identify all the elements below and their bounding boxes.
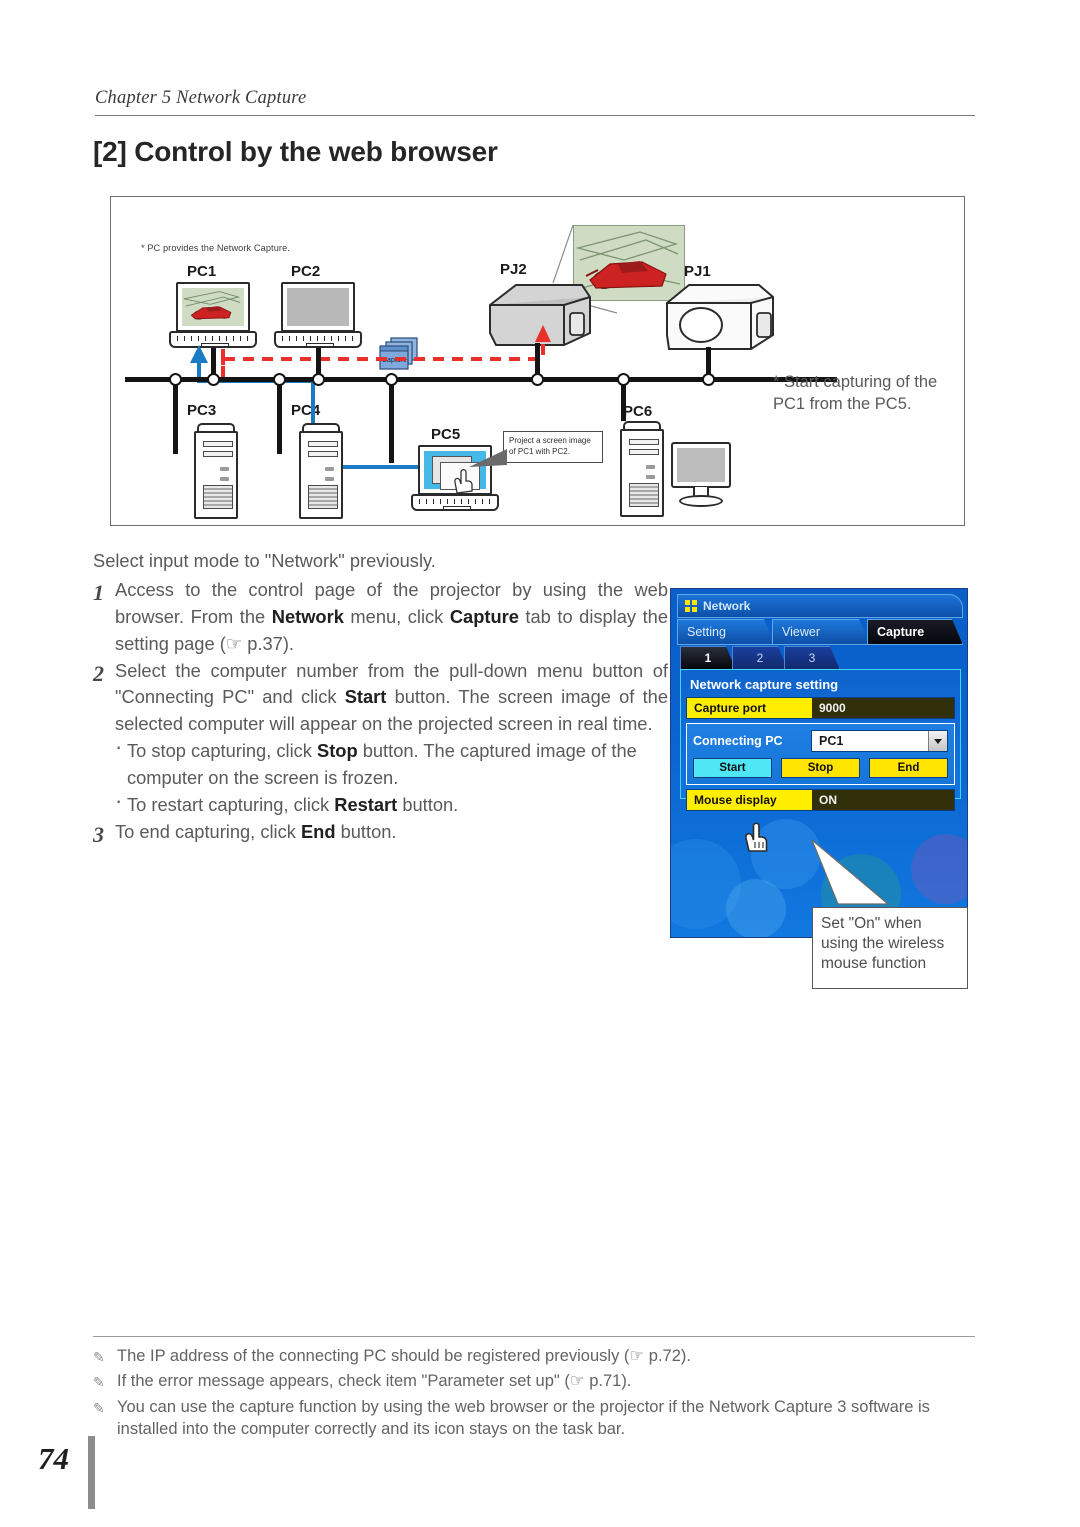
start-button[interactable]: Start: [693, 758, 772, 778]
instructions-body: Select input mode to "Network" previousl…: [93, 548, 668, 847]
page-header: Chapter 5 Network Capture: [95, 88, 975, 116]
network-grid-icon: [685, 600, 697, 612]
footer-divider: [93, 1336, 975, 1337]
screenshot-callout: Set "On" when using the wireless mouse f…: [812, 907, 968, 989]
tab-setting[interactable]: Setting: [677, 619, 775, 645]
footer-note-3-text: You can use the capture function by usin…: [117, 1397, 930, 1439]
connecting-pc-select[interactable]: PC1: [811, 730, 948, 752]
capture-port-label: Capture port: [687, 698, 812, 718]
step-1-number: 1: [93, 579, 104, 605]
bus-node: [617, 373, 630, 386]
step-3: 3 To end capturing, click End button.: [93, 819, 668, 847]
network-capture-panel: Network capture setting Capture port 900…: [680, 669, 961, 852]
page-edge-marker: [88, 1436, 95, 1509]
tab-capture[interactable]: Capture: [867, 619, 963, 645]
sub-bullets: To stop capturing, click Stop button. Th…: [93, 736, 668, 819]
bus-node: [531, 373, 544, 386]
subtab-3[interactable]: 3: [784, 646, 840, 670]
bus-node: [312, 373, 325, 386]
stop-button[interactable]: Stop: [781, 758, 860, 778]
footer-note-1: ✎ The IP address of the connecting PC sh…: [93, 1345, 983, 1367]
window-header: Network: [677, 594, 963, 618]
step-2-text: Select the computer number from the pull…: [115, 659, 668, 735]
connecting-pc-row: Connecting PC PC1: [693, 730, 948, 752]
tab-viewer[interactable]: Viewer: [772, 619, 870, 645]
network-bus-line: [125, 377, 837, 382]
footer-notes: ✎ The IP address of the connecting PC sh…: [93, 1345, 983, 1444]
footer-note-2: ✎ If the error message appears, check it…: [93, 1370, 983, 1392]
step-1: 1 Access to the control page of the proj…: [93, 577, 668, 658]
bus-node: [702, 373, 715, 386]
callout-pc5: Project a screen image of PC1 with PC2.: [503, 431, 603, 463]
footer-note-2-text: If the error message appears, check item…: [117, 1372, 632, 1391]
subtab-1[interactable]: 1: [680, 646, 736, 670]
footer-note-1-text: The IP address of the connecting PC shou…: [117, 1347, 691, 1365]
bullet-restart: To restart capturing, click Restart butt…: [115, 790, 668, 819]
step-1-text: Access to the control page of the projec…: [115, 578, 668, 654]
hand-cursor-icon: [745, 822, 768, 852]
bus-node: [273, 373, 286, 386]
connecting-pc-label: Connecting PC: [693, 734, 783, 748]
pencil-icon: ✎: [93, 1399, 105, 1416]
footer-note-3: ✎ You can use the capture function by us…: [93, 1396, 983, 1441]
bus-node: [207, 373, 220, 386]
pencil-icon: ✎: [93, 1374, 105, 1391]
mouse-display-label: Mouse display: [687, 790, 812, 810]
mouse-display-value[interactable]: ON: [812, 790, 954, 810]
step-2: 2 Select the computer number from the pu…: [93, 658, 668, 739]
chevron-down-icon[interactable]: [928, 731, 947, 751]
capture-port-row: Capture port 9000: [686, 697, 955, 719]
page-subtabs: 1 2 3: [680, 646, 963, 671]
chapter-label: Chapter 5 Network Capture: [95, 88, 307, 108]
bus-node: [169, 373, 182, 386]
connecting-pc-value: PC1: [819, 734, 844, 748]
end-button[interactable]: End: [869, 758, 948, 778]
mouse-display-row: Mouse display ON: [686, 789, 955, 811]
main-tabs: Setting Viewer Capture: [677, 619, 963, 646]
page-number: 74: [38, 1441, 69, 1476]
diagram-side-note: * Start capturing of the PC1 from the PC…: [773, 373, 938, 413]
capture-port-value[interactable]: 9000: [812, 698, 954, 718]
network-diagram: * PC provides the Network Capture. PC1 P…: [110, 196, 965, 526]
lead-text: Select input mode to "Network" previousl…: [93, 550, 436, 571]
panel-title: Network capture setting: [690, 677, 839, 692]
step-3-number: 3: [93, 821, 104, 847]
step-2-number: 2: [93, 660, 104, 686]
window-title: Network: [703, 599, 751, 613]
bullet-stop: To stop capturing, click Stop button. Th…: [115, 736, 668, 792]
pencil-icon: ✎: [93, 1349, 105, 1365]
step-3-text: To end capturing, click End button.: [115, 820, 397, 842]
drop-pc4: [277, 379, 282, 454]
header-divider: [95, 115, 975, 116]
page-title: [2] Control by the web browser: [93, 136, 498, 167]
capture-button-row: Start Stop End: [693, 758, 948, 778]
drop-pc5: [389, 379, 394, 463]
connecting-pc-subpanel: Connecting PC PC1 Start Stop End: [686, 723, 955, 852]
subtab-2[interactable]: 2: [732, 646, 788, 670]
bus-node: [385, 373, 398, 386]
callout-pointer: [469, 449, 507, 467]
drop-pc3: [173, 379, 178, 454]
